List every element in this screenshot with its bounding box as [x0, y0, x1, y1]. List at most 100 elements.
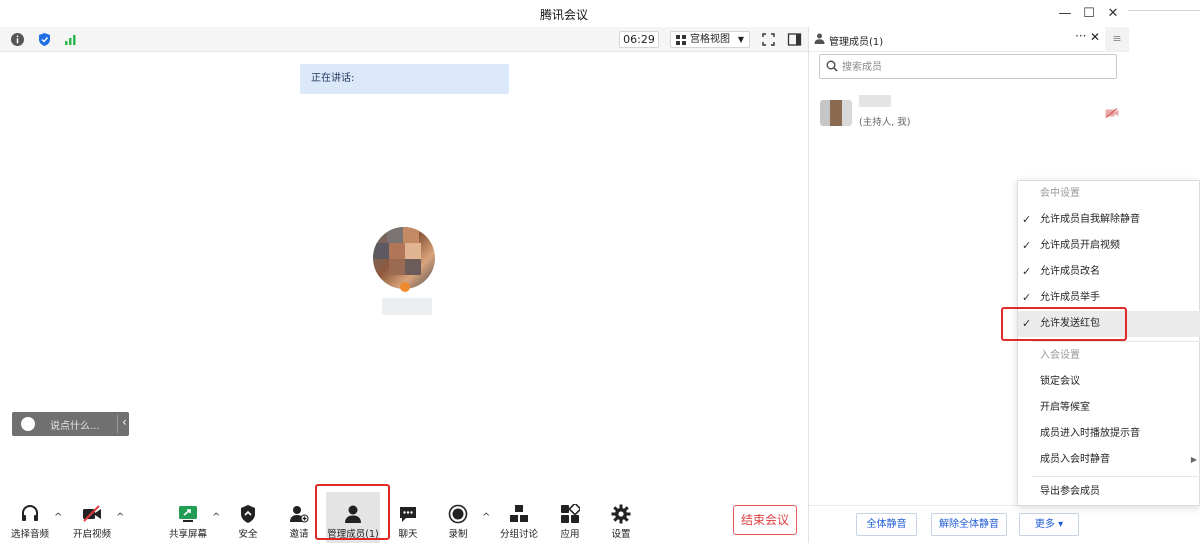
emoji-icon[interactable]	[21, 417, 35, 431]
member-avatar	[820, 100, 852, 126]
security-label: 安全	[238, 529, 258, 540]
panel-close-icon[interactable]: ✕	[1090, 30, 1100, 44]
meeting-toolbar: 06:29 宫格视图 ▼	[0, 27, 808, 52]
member-search[interactable]	[819, 54, 1117, 79]
apps-label: 应用	[560, 529, 580, 540]
member-search-input[interactable]	[842, 58, 1102, 76]
menu-item-join-chime[interactable]: 成员进入时播放提示音	[1018, 421, 1200, 447]
menu-item-export-members[interactable]: 导出参会成员	[1018, 479, 1200, 505]
bottom-control-bar: 选择音频 ^ 开启视频 ^ 共享屏幕 ^ 安全 邀请 管理成员(1) 聊天 录制…	[0, 492, 808, 543]
breakout-button[interactable]: 分组讨论	[498, 492, 540, 543]
security-button[interactable]: 安全	[230, 492, 266, 543]
divider	[117, 415, 118, 433]
panel-menu-icon[interactable]: ≡	[1105, 27, 1129, 51]
menu-item-mute-on-join[interactable]: 成员入会时静音 ▶	[1018, 447, 1200, 473]
check-icon: ✓	[1022, 213, 1032, 226]
menu-item-label: 允许成员改名	[1040, 266, 1100, 277]
more-settings-menu: 会中设置 ✓ 允许成员自我解除静音 ✓ 允许成员开启视频 ✓ 允许成员改名 ✓ …	[1017, 180, 1200, 506]
share-screen-icon	[179, 506, 197, 522]
fullscreen-icon[interactable]	[761, 32, 776, 47]
sidebar-toggle-icon[interactable]	[787, 32, 802, 47]
chevron-down-icon: ▼	[737, 35, 744, 44]
person-icon	[814, 33, 825, 44]
video-area: 正在讲话: 说点什么... ‹	[0, 52, 808, 492]
meeting-timer: 06:29	[619, 31, 659, 48]
video-label: 开启视频	[72, 529, 111, 540]
menu-item-waiting-room[interactable]: 开启等候室	[1018, 395, 1200, 421]
gear-icon	[611, 504, 631, 524]
video-button[interactable]: 开启视频	[70, 492, 114, 543]
add-user-icon	[290, 506, 309, 523]
menu-item-label: 允许成员举手	[1040, 292, 1100, 303]
chat-icon	[400, 507, 416, 522]
chat-button[interactable]: 聊天	[390, 492, 426, 543]
search-icon	[826, 60, 838, 72]
window-title: 腾讯会议	[539, 8, 588, 22]
breakout-label: 分组讨论	[499, 529, 538, 540]
check-icon: ✓	[1022, 239, 1032, 252]
chat-placeholder: 说点什么...	[50, 421, 100, 432]
invite-button[interactable]: 邀请	[281, 492, 317, 543]
settings-label: 设置	[611, 529, 631, 540]
menu-divider	[1032, 476, 1200, 477]
view-label: 宫格视图	[690, 34, 730, 45]
maximize-button[interactable]: ☐	[1078, 4, 1100, 24]
video-off-icon	[83, 505, 101, 522]
settings-button[interactable]: 设置	[603, 492, 639, 543]
breakout-rooms-icon	[510, 505, 528, 522]
record-icon	[448, 504, 468, 524]
record-options-icon[interactable]: ^	[482, 512, 490, 523]
apps-button[interactable]: 应用	[552, 492, 588, 543]
invite-label: 邀请	[289, 529, 309, 540]
share-screen-label: 共享屏幕	[168, 529, 207, 540]
chevron-right-icon: ▶	[1190, 455, 1197, 464]
record-button[interactable]: 录制	[440, 492, 476, 543]
mute-all-button[interactable]: 全体静音	[856, 513, 917, 536]
grid-icon	[676, 35, 686, 45]
view-selector[interactable]: 宫格视图 ▼	[670, 31, 750, 48]
menu-item-lock-meeting[interactable]: 锁定会议	[1018, 369, 1200, 395]
menu-item-label: 允许成员自我解除静音	[1040, 214, 1140, 225]
camera-off-icon	[1105, 108, 1119, 118]
panel-title: 管理成员(1)	[829, 37, 884, 48]
info-icon[interactable]	[10, 32, 25, 47]
share-options-icon[interactable]: ^	[212, 512, 220, 523]
close-button[interactable]: ✕	[1102, 4, 1124, 24]
member-name	[859, 95, 891, 107]
more-button[interactable]: 更多 ▾	[1019, 513, 1079, 536]
menu-item-allow-unmute[interactable]: ✓ 允许成员自我解除静音	[1018, 207, 1200, 233]
audio-options-icon[interactable]: ^	[54, 512, 62, 523]
member-row[interactable]: (主持人, 我)	[809, 95, 1129, 131]
audio-label: 选择音频	[10, 529, 49, 540]
background-divider	[1128, 10, 1200, 11]
collapse-icon[interactable]: ‹	[122, 415, 127, 429]
menu-item-allow-rename[interactable]: ✓ 允许成员改名	[1018, 259, 1200, 285]
end-meeting-button[interactable]: 结束会议	[733, 505, 797, 535]
menu-divider	[1032, 341, 1200, 342]
audio-button[interactable]: 选择音频	[8, 492, 52, 543]
minimize-button[interactable]: —	[1054, 4, 1076, 24]
security-shield-icon	[241, 505, 255, 523]
panel-header: 管理成员(1) ··· ✕ ≡	[809, 27, 1129, 52]
participant-name	[382, 298, 432, 315]
menu-item-label: 允许成员开启视频	[1040, 240, 1120, 251]
quick-chat-input[interactable]: 说点什么... ‹	[12, 412, 129, 436]
highlight-box-red-packet	[1001, 307, 1127, 341]
menu-item-allow-video[interactable]: ✓ 允许成员开启视频	[1018, 233, 1200, 259]
share-screen-button[interactable]: 共享屏幕	[166, 492, 210, 543]
unmute-all-button[interactable]: 解除全体静音	[931, 513, 1007, 536]
meeting-window: 腾讯会议 — ☐ ✕ 06:29 宫格视图 ▼ 正在讲话: 说点什么... ‹ …	[0, 0, 1129, 543]
shield-icon[interactable]	[37, 32, 52, 47]
chat-label: 聊天	[398, 529, 418, 540]
menu-section-join: 入会设置	[1040, 350, 1080, 361]
menu-section-in-meeting: 会中设置	[1040, 188, 1080, 199]
participant-avatar[interactable]	[373, 227, 435, 289]
speaking-indicator: 正在讲话:	[300, 64, 509, 94]
video-options-icon[interactable]: ^	[116, 512, 124, 523]
panel-footer: 全体静音 解除全体静音 更多 ▾	[809, 505, 1129, 543]
host-badge-icon	[400, 282, 410, 292]
apps-icon	[561, 504, 580, 523]
more-options-icon[interactable]: ···	[1075, 29, 1086, 43]
signal-icon[interactable]	[63, 32, 78, 47]
record-label: 录制	[448, 529, 468, 540]
